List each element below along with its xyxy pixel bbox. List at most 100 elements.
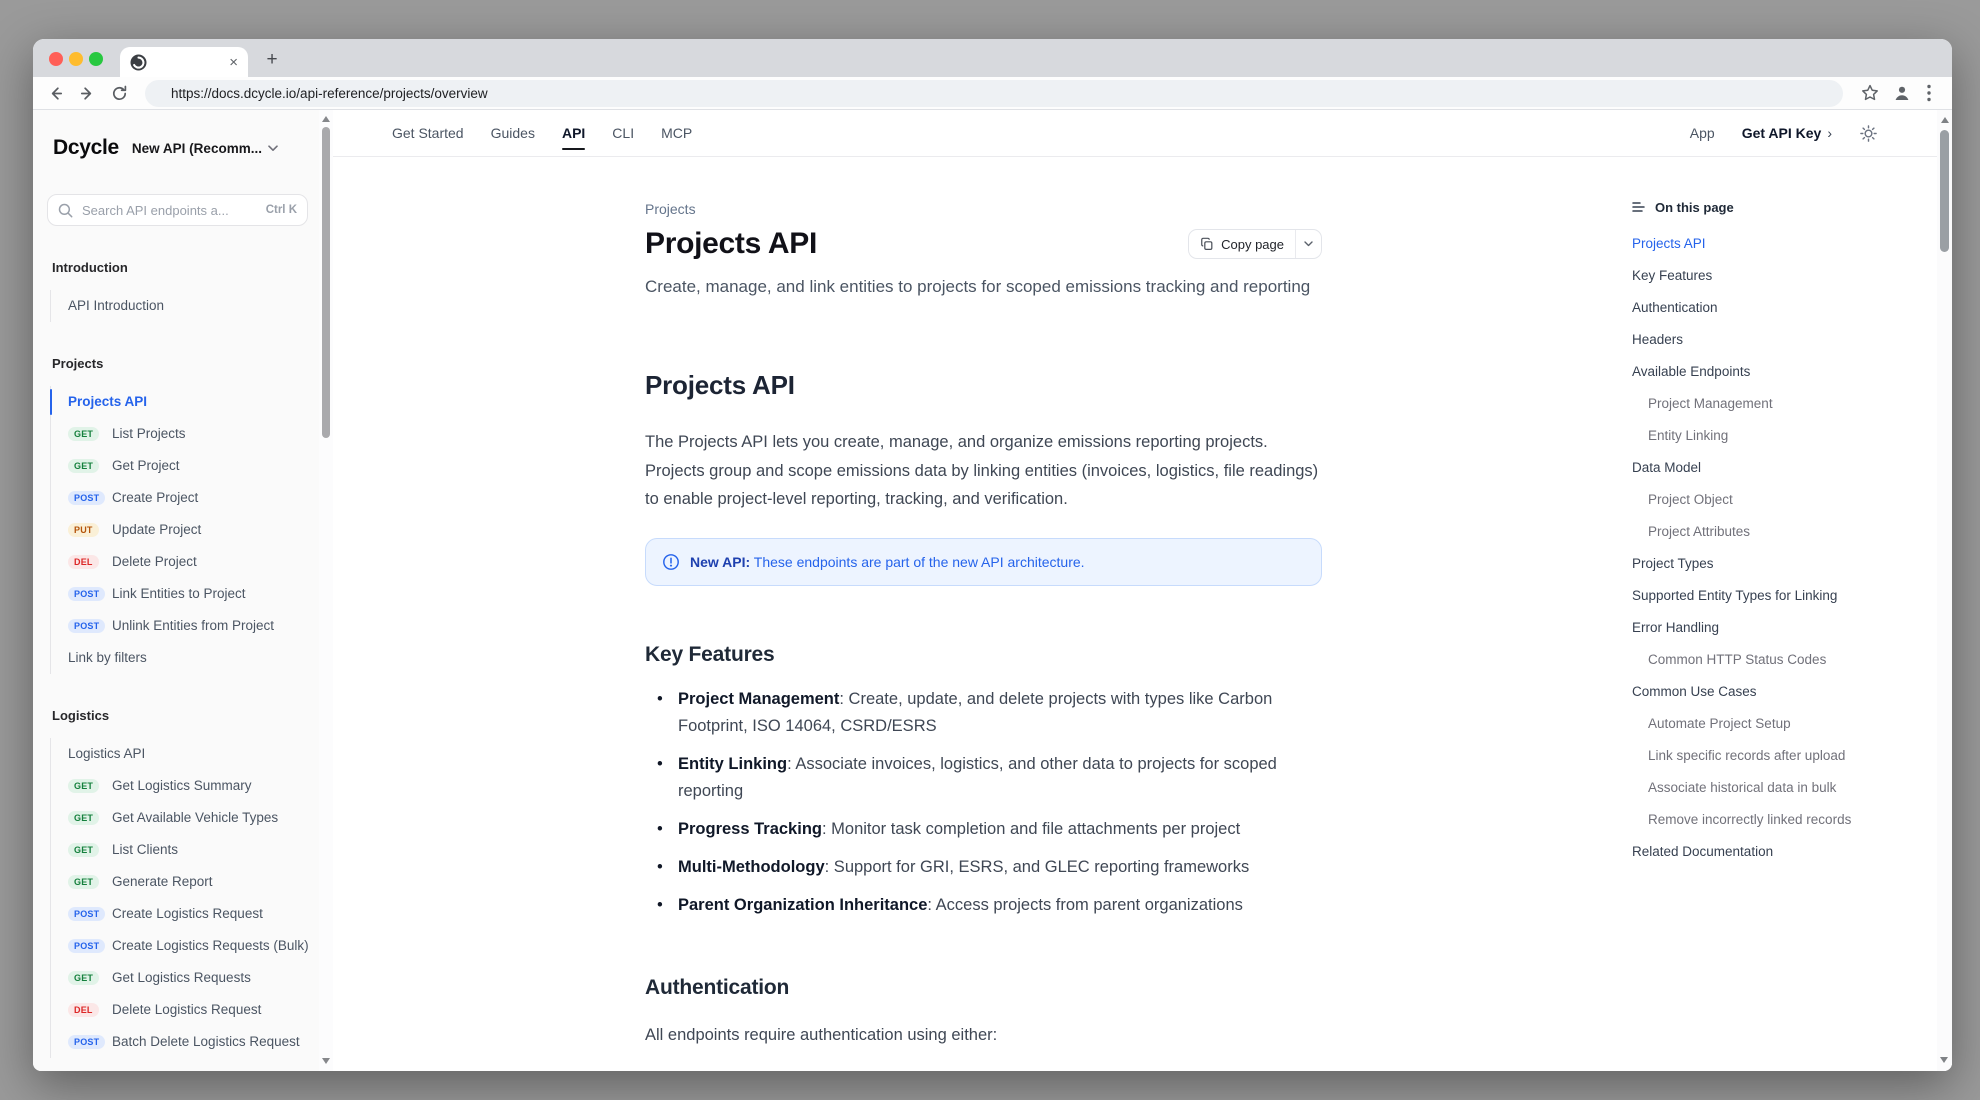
toc-link-automate-project-setup[interactable]: Automate Project Setup: [1632, 707, 1932, 739]
chevron-down-icon: [1304, 241, 1313, 247]
sidebar-item-link-by-filters[interactable]: Link by filters: [51, 642, 333, 674]
sidebar-item-delete-project[interactable]: DELDelete Project: [51, 546, 333, 578]
sidebar-item-create-project[interactable]: POSTCreate Project: [51, 482, 333, 514]
on-this-page-toc: On this page Projects APIKey FeaturesAut…: [1632, 196, 1932, 867]
sidebar-item-label: Link by filters: [68, 648, 147, 668]
sidebar-item-get-project[interactable]: GETGet Project: [51, 450, 333, 482]
feature-item-project-management: Project Management: Create, update, and …: [645, 686, 1322, 740]
page-scrollbar-thumb[interactable]: [1940, 130, 1949, 252]
toc-link-projects-api[interactable]: Projects API: [1632, 227, 1932, 259]
feature-term: Progress Tracking: [678, 820, 822, 838]
toc-link-supported-entity-types-for-linking[interactable]: Supported Entity Types for Linking: [1632, 579, 1932, 611]
url-bar[interactable]: [145, 80, 1843, 107]
toc-link-project-types[interactable]: Project Types: [1632, 547, 1932, 579]
scroll-down-arrow-icon[interactable]: [322, 1058, 330, 1064]
sidebar-item-label: Link Entities to Project: [112, 584, 246, 604]
sidebar-item-create-logistics-request[interactable]: POSTCreate Logistics Request: [51, 898, 333, 930]
feature-item-parent-organization-inheritance: Parent Organization Inheritance: Access …: [645, 892, 1322, 919]
toc-link-project-management[interactable]: Project Management: [1632, 387, 1932, 419]
sidebar-item-create-logistics-requests-bulk[interactable]: POSTCreate Logistics Requests (Bulk): [51, 930, 333, 962]
sidebar-item-get-available-vehicle-types[interactable]: GETGet Available Vehicle Types: [51, 802, 333, 834]
sidebar-item-projects-api[interactable]: Projects API: [51, 386, 333, 418]
search-input-box[interactable]: Ctrl K: [47, 194, 308, 226]
sidebar-item-batch-delete-logistics-request[interactable]: POSTBatch Delete Logistics Request: [51, 1026, 333, 1058]
toc-link-related-documentation[interactable]: Related Documentation: [1632, 835, 1932, 867]
sidebar-item-logistics-api[interactable]: Logistics API: [51, 738, 333, 770]
sidebar-item-generate-report[interactable]: GETGenerate Report: [51, 866, 333, 898]
method-badge-wrap: GET: [68, 427, 112, 441]
scroll-up-arrow-icon[interactable]: [322, 116, 330, 122]
copy-page-label: Copy page: [1221, 237, 1284, 252]
toc-link-common-http-status-codes[interactable]: Common HTTP Status Codes: [1632, 643, 1932, 675]
chevron-right-icon: ›: [1827, 125, 1832, 141]
sidebar-item-get-logistics-requests[interactable]: GETGet Logistics Requests: [51, 962, 333, 994]
sidebar-item-list-clients[interactable]: GETList Clients: [51, 834, 333, 866]
topnav-tab-cli[interactable]: CLI: [612, 110, 634, 156]
sidebar-section-label: Introduction: [33, 258, 333, 278]
sidebar-item-update-project[interactable]: PUTUpdate Project: [51, 514, 333, 546]
feature-term: Parent Organization Inheritance: [678, 896, 927, 914]
forward-icon[interactable]: [75, 81, 99, 105]
theme-toggle-sun-icon[interactable]: [1859, 124, 1878, 143]
dcycle-logo[interactable]: Dcycle: [53, 136, 119, 160]
feature-list: Project Management: Create, update, and …: [645, 686, 1322, 919]
expand-window-button[interactable]: [89, 52, 103, 66]
toc-link-headers[interactable]: Headers: [1632, 323, 1932, 355]
toc-link-associate-historical-data-in-bulk[interactable]: Associate historical data in bulk: [1632, 771, 1932, 803]
toc-link-error-handling[interactable]: Error Handling: [1632, 611, 1932, 643]
version-switcher[interactable]: New API (Recomm...: [132, 141, 278, 156]
sidebar-item-delete-logistics-request[interactable]: DELDelete Logistics Request: [51, 994, 333, 1026]
back-icon[interactable]: [43, 81, 67, 105]
get-api-key-link[interactable]: Get API Key ›: [1742, 125, 1832, 141]
scroll-down-arrow-icon[interactable]: [1940, 1057, 1948, 1063]
toc-link-key-features[interactable]: Key Features: [1632, 259, 1932, 291]
reload-icon[interactable]: [107, 81, 131, 105]
sidebar-section-projects: ProjectsProjects APIGETList ProjectsGETG…: [33, 354, 333, 674]
version-switcher-label: New API (Recomm...: [132, 141, 262, 156]
sidebar-scrollbar-thumb[interactable]: [322, 127, 330, 438]
bookmark-star-icon[interactable]: [1858, 81, 1882, 105]
toc-link-remove-incorrectly-linked-records[interactable]: Remove incorrectly linked records: [1632, 803, 1932, 835]
sidebar-item-link-entities-to-project[interactable]: POSTLink Entities to Project: [51, 578, 333, 610]
nav-app-link[interactable]: App: [1690, 125, 1715, 141]
browser-menu-icon[interactable]: [1922, 81, 1936, 105]
minimize-window-button[interactable]: [69, 52, 83, 66]
feature-description: : Support for GRI, ESRS, and GLEC report…: [825, 858, 1250, 876]
browser-tab[interactable]: ×: [120, 47, 248, 77]
toc-link-authentication[interactable]: Authentication: [1632, 291, 1932, 323]
sidebar-item-get-logistics-summary[interactable]: GETGet Logistics Summary: [51, 770, 333, 802]
topnav-tab-get-started[interactable]: Get Started: [392, 110, 464, 156]
profile-avatar-icon[interactable]: [1890, 81, 1914, 105]
copy-page-dropdown[interactable]: [1295, 230, 1321, 258]
sidebar-item-unlink-entities-from-project[interactable]: POSTUnlink Entities from Project: [51, 610, 333, 642]
tab-close-icon[interactable]: ×: [229, 55, 238, 70]
sidebar-group: Logistics APIGETGet Logistics SummaryGET…: [50, 738, 333, 1058]
topnav-tab-guides[interactable]: Guides: [491, 110, 535, 156]
sidebar-scrollbar[interactable]: [319, 110, 333, 1071]
sidebar-item-label: Delete Logistics Request: [112, 1000, 261, 1020]
docs-top-nav: Get Started Guides API CLI MCP App Get API K…: [333, 110, 1952, 157]
sidebar-item-list-projects[interactable]: GETList Projects: [51, 418, 333, 450]
method-badge-post: POST: [68, 907, 105, 921]
toc-link-project-attributes[interactable]: Project Attributes: [1632, 515, 1932, 547]
toc-link-common-use-cases[interactable]: Common Use Cases: [1632, 675, 1932, 707]
search-input[interactable]: [80, 202, 259, 219]
search-shortcut: Ctrl K: [266, 204, 297, 216]
browser-window: × + Dcycle: [33, 39, 1952, 1071]
new-tab-button[interactable]: +: [259, 47, 285, 73]
topnav-tab-mcp[interactable]: MCP: [661, 110, 692, 156]
toc-link-data-model[interactable]: Data Model: [1632, 451, 1932, 483]
copy-page-button[interactable]: Copy page: [1188, 229, 1322, 259]
toc-link-entity-linking[interactable]: Entity Linking: [1632, 419, 1932, 451]
section-heading-projects-api: Projects API: [645, 368, 1322, 402]
toc-link-available-endpoints[interactable]: Available Endpoints: [1632, 355, 1932, 387]
close-window-button[interactable]: [49, 52, 63, 66]
toc-link-link-specific-records-after-upload[interactable]: Link specific records after upload: [1632, 739, 1932, 771]
page-scrollbar[interactable]: [1937, 110, 1952, 1071]
toc-link-project-object[interactable]: Project Object: [1632, 483, 1932, 515]
url-input[interactable]: [169, 85, 1829, 102]
sidebar-item-api-introduction[interactable]: API Introduction: [51, 290, 333, 322]
callout-link[interactable]: These endpoints are part of the new API …: [754, 554, 1085, 570]
topnav-tab-api[interactable]: API: [562, 110, 585, 156]
scroll-up-arrow-icon[interactable]: [1941, 117, 1949, 123]
